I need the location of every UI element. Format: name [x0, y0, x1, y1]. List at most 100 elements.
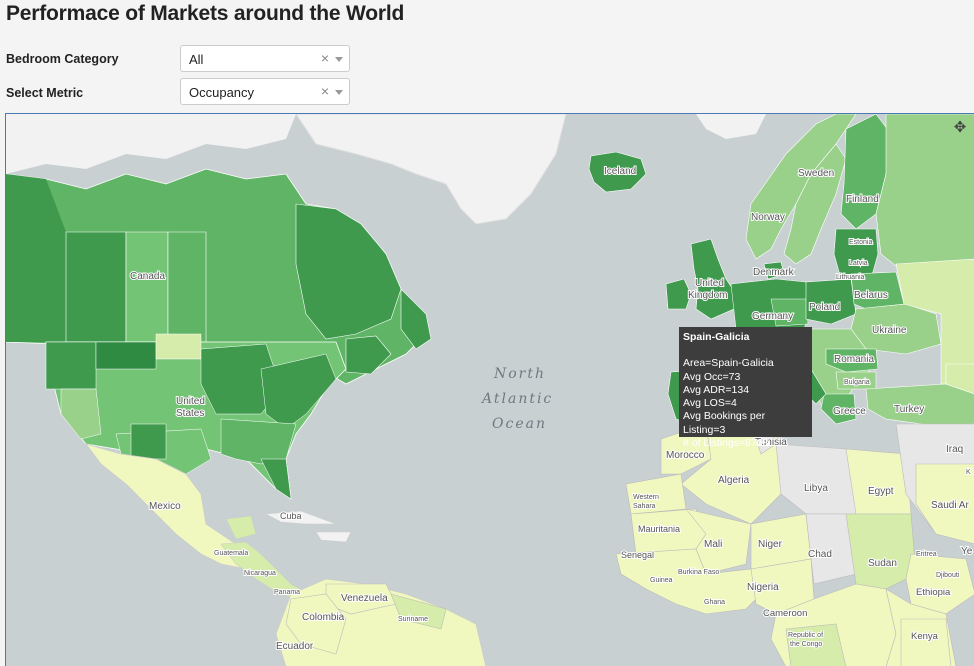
- svg-text:Norway: Norway: [751, 212, 785, 223]
- svg-text:Chad: Chad: [808, 549, 832, 560]
- svg-text:States: States: [176, 408, 204, 419]
- svg-text:Ukraine: Ukraine: [872, 325, 907, 336]
- svalbard: [696, 114, 766, 139]
- svg-text:Western: Western: [633, 494, 659, 501]
- svg-text:Mexico: Mexico: [149, 501, 181, 512]
- svg-text:Libya: Libya: [804, 483, 828, 494]
- svg-text:Iraq: Iraq: [946, 444, 963, 455]
- world-map[interactable]: Iceland Sweden Finland Norway Estonia La…: [5, 113, 974, 666]
- svg-text:Senegal: Senegal: [621, 550, 654, 560]
- svg-text:Cuba: Cuba: [280, 511, 302, 521]
- svg-text:Panama: Panama: [274, 589, 300, 596]
- svg-text:Iceland: Iceland: [604, 166, 636, 177]
- svg-text:Ghana: Ghana: [704, 599, 725, 606]
- svg-text:K: K: [966, 469, 971, 476]
- svg-text:the Congo: the Congo: [790, 641, 822, 648]
- svg-text:Cameroon: Cameroon: [763, 608, 807, 619]
- ethiopia[interactable]: [905, 553, 974, 615]
- us-southeast[interactable]: [220, 418, 297, 465]
- tooltip-line: Avg Bookings per Listing=3: [683, 410, 766, 436]
- svg-text:Finland: Finland: [846, 194, 879, 205]
- metric-select[interactable]: Occupancy ×: [180, 78, 350, 105]
- quebec[interactable]: [295, 203, 402, 340]
- chevron-down-icon[interactable]: [335, 57, 343, 62]
- map-canvas[interactable]: Iceland Sweden Finland Norway Estonia La…: [6, 114, 974, 666]
- svg-text:Egypt: Egypt: [868, 486, 894, 497]
- svg-text:Germany: Germany: [752, 311, 793, 322]
- svg-text:Turkey: Turkey: [894, 404, 924, 415]
- svg-text:Colombia: Colombia: [302, 612, 345, 623]
- clear-icon[interactable]: ×: [321, 50, 329, 66]
- svg-text:Algeria: Algeria: [718, 475, 750, 486]
- svg-text:Guinea: Guinea: [650, 577, 673, 584]
- sask[interactable]: [167, 231, 207, 343]
- svg-text:Belarus: Belarus: [854, 290, 888, 301]
- russia-north[interactable]: [875, 114, 974, 275]
- svg-text:Atlantic: Atlantic: [480, 391, 553, 407]
- svg-text:Nicaragua: Nicaragua: [244, 570, 276, 577]
- us-northwest[interactable]: [45, 341, 97, 390]
- svg-text:Denmark: Denmark: [753, 267, 795, 278]
- svg-text:Suriname: Suriname: [398, 616, 428, 623]
- arctic-islands: [6, 114, 296, 174]
- svg-text:Niger: Niger: [758, 539, 783, 550]
- svg-text:Kingdom: Kingdom: [688, 290, 727, 301]
- libya[interactable]: [775, 443, 857, 515]
- page-title: Performace of Markets around the World: [6, 2, 405, 25]
- baltics[interactable]: [833, 228, 879, 280]
- select-metric-label: Select Metric: [6, 86, 84, 100]
- bedroom-category-select[interactable]: All ×: [180, 45, 350, 72]
- svg-text:Sudan: Sudan: [868, 558, 897, 569]
- svg-text:Greece: Greece: [833, 406, 866, 417]
- kenya[interactable]: [900, 618, 952, 666]
- sudan[interactable]: [845, 513, 917, 590]
- svg-text:Nigeria: Nigeria: [747, 582, 779, 593]
- bc[interactable]: [65, 231, 127, 343]
- svg-text:Sahara: Sahara: [633, 503, 656, 510]
- metric-value: Occupancy: [189, 85, 255, 100]
- map-tooltip: Spain-Galicia Area=Spain-Galicia Avg Occ…: [679, 327, 812, 449]
- svg-text:Mauritania: Mauritania: [638, 524, 680, 534]
- svg-text:Poland: Poland: [809, 302, 840, 313]
- svg-text:Mali: Mali: [704, 539, 722, 550]
- svg-text:Romania: Romania: [834, 354, 874, 365]
- bedroom-category-label: Bedroom Category: [6, 52, 119, 66]
- bedroom-category-value: All: [189, 52, 204, 67]
- svg-text:Djibouti: Djibouti: [936, 572, 960, 579]
- ocean-label: North Atlantic Ocean: [480, 366, 553, 432]
- tooltip-line: Area=Spain-Galicia: [683, 357, 774, 370]
- tooltip-title: Spain-Galicia: [683, 331, 750, 343]
- greenland[interactable]: [295, 114, 567, 225]
- tooltip-line: # of Listings=8708: [683, 437, 769, 450]
- hispaniola[interactable]: [315, 531, 352, 543]
- svg-text:Bulgaria: Bulgaria: [844, 379, 870, 386]
- svg-text:Ye: Ye: [961, 546, 973, 557]
- north-dakota[interactable]: [155, 333, 202, 360]
- tooltip-line: Avg Occ=73: [683, 370, 741, 383]
- svg-text:Sweden: Sweden: [798, 168, 834, 179]
- svg-text:Burkina Faso: Burkina Faso: [678, 569, 719, 576]
- svg-text:Ocean: Ocean: [492, 416, 547, 432]
- montana[interactable]: [95, 341, 157, 370]
- svg-text:United: United: [695, 278, 724, 289]
- tooltip-line: Avg LOS=4: [683, 397, 737, 410]
- svg-text:Eritrea: Eritrea: [916, 551, 937, 558]
- svg-text:Morocco: Morocco: [666, 450, 705, 461]
- svg-text:Estonia: Estonia: [849, 239, 872, 246]
- svg-text:Venezuela: Venezuela: [341, 593, 388, 604]
- tooltip-line: Avg ADR=134: [683, 383, 750, 396]
- svg-text:Ethiopia: Ethiopia: [916, 587, 951, 598]
- svg-text:Ecuador: Ecuador: [276, 641, 314, 652]
- svg-text:Kenya: Kenya: [911, 631, 939, 642]
- clear-icon[interactable]: ×: [321, 83, 329, 99]
- svg-text:North: North: [493, 366, 546, 382]
- svg-text:United: United: [176, 396, 205, 407]
- nevada[interactable]: [60, 388, 102, 440]
- alberta[interactable]: [125, 231, 169, 343]
- yucatan[interactable]: [225, 515, 257, 540]
- svg-text:Saudi Ar: Saudi Ar: [931, 500, 969, 511]
- chevron-down-icon[interactable]: [335, 90, 343, 95]
- nm[interactable]: [130, 423, 167, 460]
- move-icon[interactable]: ✥: [950, 118, 970, 138]
- svg-text:Guatemala: Guatemala: [214, 550, 248, 557]
